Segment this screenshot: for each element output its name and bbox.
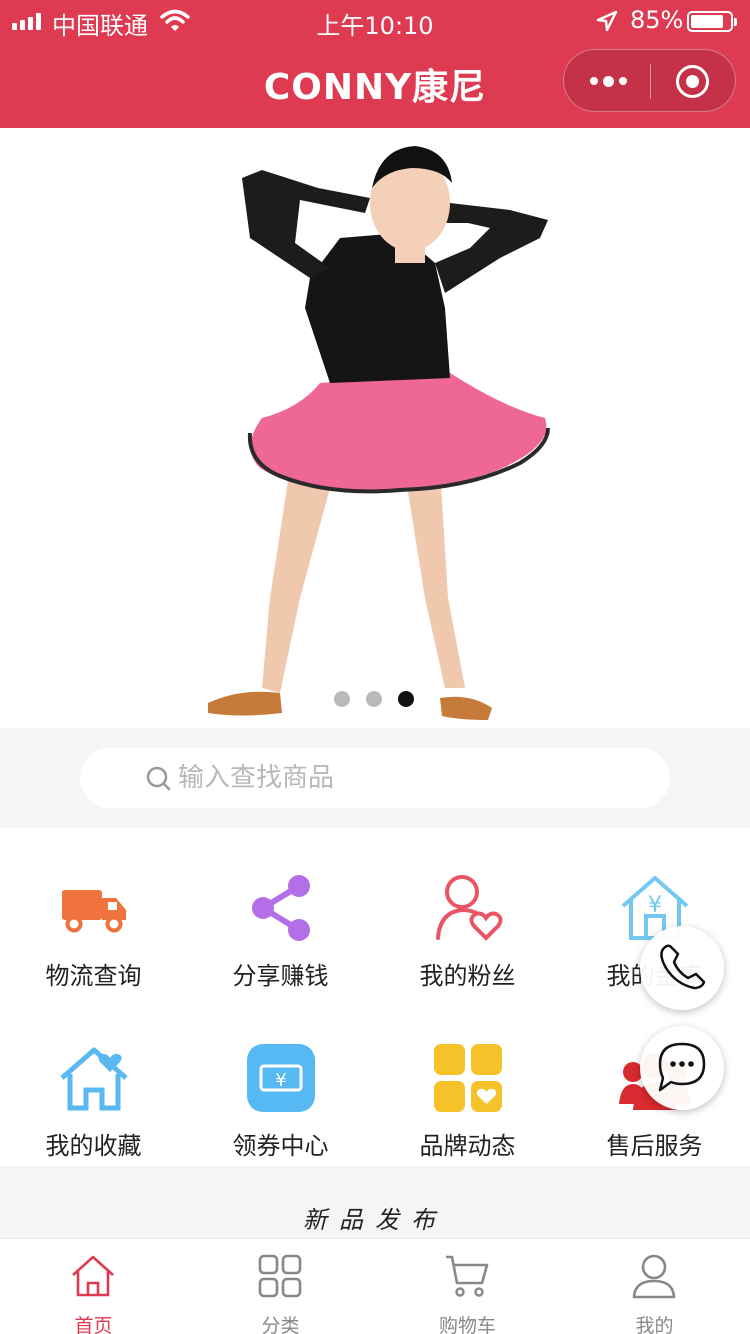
search-area <box>0 728 750 828</box>
banner-carousel[interactable] <box>0 128 750 728</box>
banner-image <box>208 146 550 720</box>
category-icon <box>258 1254 302 1298</box>
truck-icon <box>62 890 126 933</box>
floating-phone-button[interactable] <box>640 926 724 1010</box>
close-target-icon[interactable] <box>676 65 709 98</box>
location-arrow-icon <box>596 10 618 32</box>
menu-label: 物流查询 <box>45 962 142 990</box>
more-icon[interactable] <box>588 66 628 96</box>
menu-label: 售后服务 <box>606 1132 703 1160</box>
mini-program-capsule <box>563 49 736 112</box>
section-title: 新品发布 <box>303 1206 447 1234</box>
tab-label: 购物车 <box>438 1315 496 1334</box>
battery-icon <box>687 11 737 32</box>
cart-icon <box>446 1255 489 1297</box>
search-box[interactable] <box>80 748 670 808</box>
carousel-dot[interactable] <box>366 691 382 707</box>
tab-cart[interactable]: 购物车 <box>374 1239 561 1334</box>
carousel-dot[interactable] <box>398 691 414 707</box>
fans-icon <box>436 875 503 941</box>
favorite-house-icon <box>60 1047 128 1111</box>
tab-label: 首页 <box>74 1315 113 1334</box>
menu-label: 我的收藏 <box>45 1132 142 1160</box>
share-icon <box>252 875 310 941</box>
top-bar: 中国联通 上午10:10 85% CONNY康尼 <box>0 0 750 128</box>
coupon-icon: ¥ <box>247 1044 315 1112</box>
home-icon <box>72 1255 114 1297</box>
tab-bar: 首页 分类 购物车 我的 <box>0 1238 750 1334</box>
chat-icon <box>658 1042 706 1092</box>
floating-chat-button[interactable] <box>640 1026 724 1110</box>
battery-percent: 85% <box>630 6 684 34</box>
tab-label: 分类 <box>261 1315 300 1334</box>
carousel-indicator[interactable] <box>334 691 414 707</box>
menu-label: 品牌动态 <box>419 1132 516 1160</box>
tab-home[interactable]: 首页 <box>0 1239 187 1334</box>
tab-category[interactable]: 分类 <box>187 1239 374 1334</box>
menu-label: 领券中心 <box>232 1132 329 1160</box>
battery-fill <box>691 15 724 28</box>
status-bar: 中国联通 上午10:10 85% <box>0 0 750 42</box>
phone-icon <box>660 944 706 990</box>
new-products-section: 新品发布 <box>0 1166 750 1238</box>
menu-grid: 物流查询 分享赚钱 我的粉丝 ¥ 我的金库 <box>0 828 750 1166</box>
search-icon <box>146 766 171 791</box>
menu-label: 我的粉丝 <box>419 962 516 990</box>
menu-label: 分享赚钱 <box>232 962 329 990</box>
carousel-dot[interactable] <box>334 691 350 707</box>
brand-icon <box>434 1044 502 1112</box>
user-icon <box>632 1254 676 1299</box>
search-input[interactable] <box>178 758 638 798</box>
svg-text:¥: ¥ <box>275 1070 286 1091</box>
tab-label: 我的 <box>635 1315 674 1334</box>
tab-profile[interactable]: 我的 <box>561 1239 748 1334</box>
